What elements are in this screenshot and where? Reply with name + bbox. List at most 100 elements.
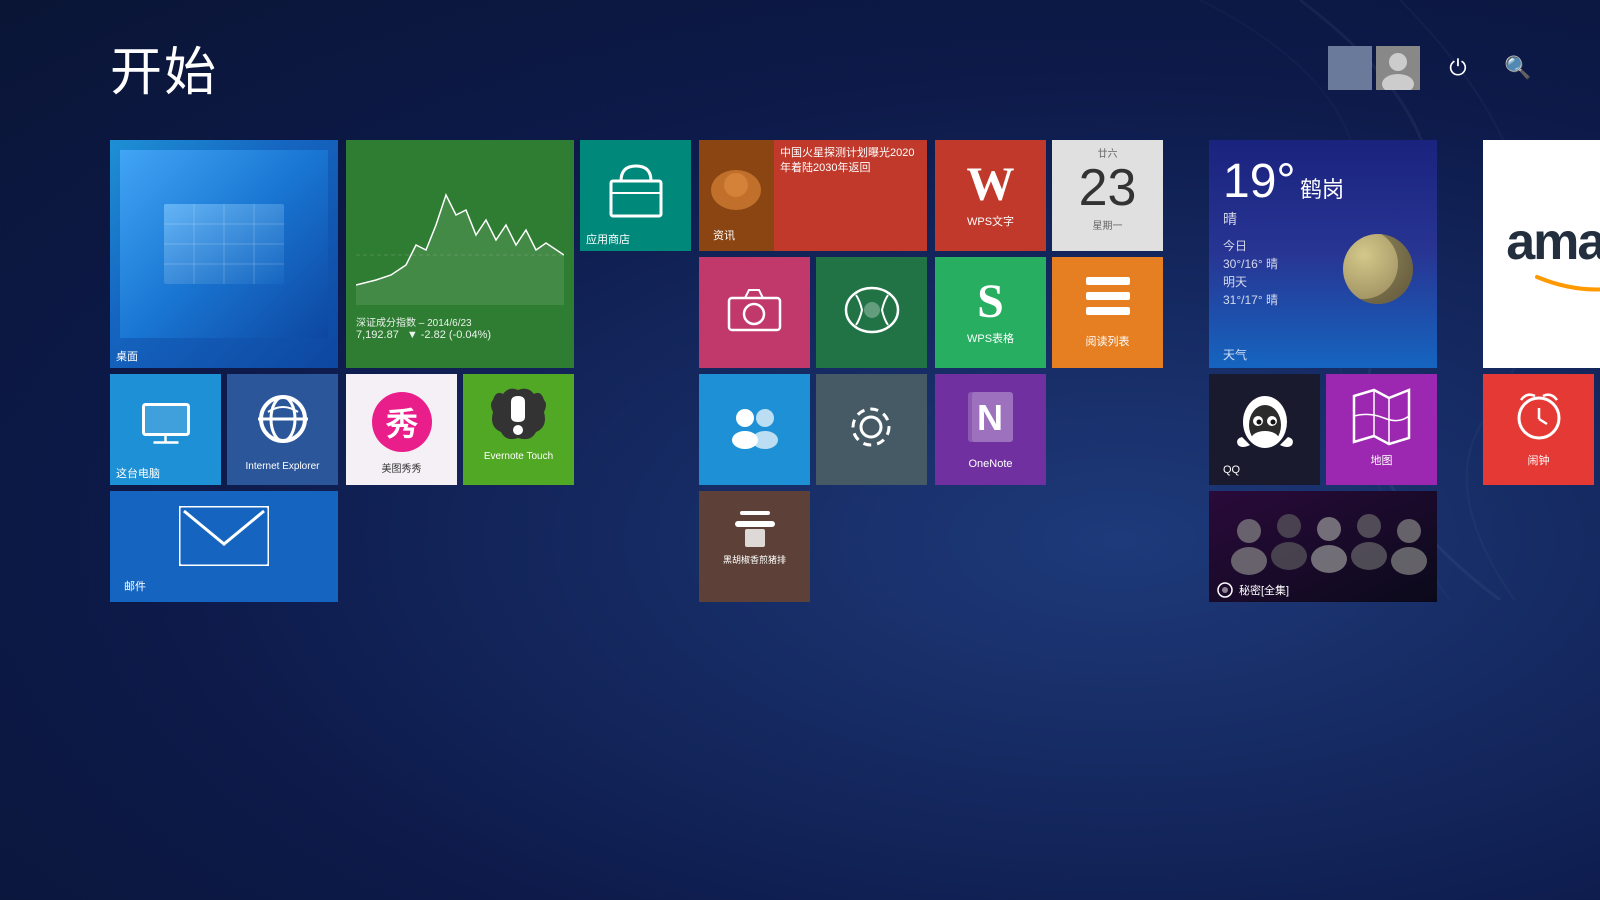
group-gap-1 bbox=[1171, 140, 1201, 602]
amazon-smile-icon bbox=[1522, 272, 1600, 296]
secret-label: 秘密[全集] bbox=[1239, 582, 1289, 598]
tile-calendar[interactable]: 廿六 23 星期一 bbox=[1052, 140, 1163, 251]
tile-camera[interactable] bbox=[699, 257, 810, 368]
map-icon bbox=[1349, 386, 1414, 451]
stock-change: ▼ -2.82 (-0.04%) bbox=[407, 329, 491, 341]
settings-icon bbox=[844, 400, 899, 460]
tile-desktop[interactable]: 桌面 bbox=[110, 140, 338, 368]
cal-weekday: 星期一 bbox=[1093, 217, 1123, 232]
mail-icon bbox=[179, 506, 269, 571]
weather-tomorrow: 明天 bbox=[1223, 275, 1247, 289]
tile-ie[interactable]: Internet Explorer bbox=[227, 374, 338, 485]
meitu-icon: 秀 bbox=[346, 383, 457, 461]
user-avatar[interactable] bbox=[1376, 46, 1420, 90]
weather-tomorrow-temp: 31°/17° 晴 bbox=[1223, 293, 1278, 307]
alarm-icon bbox=[1509, 386, 1569, 451]
tile-reading[interactable]: 阅读列表 bbox=[1052, 257, 1163, 368]
tile-wps-writer[interactable]: W WPS文字 bbox=[935, 140, 1046, 251]
ie-icon bbox=[248, 384, 318, 459]
weather-city: 鹤岗 bbox=[1300, 177, 1344, 202]
tile-this-pc[interactable]: 这台电脑 bbox=[110, 374, 221, 485]
secret-content: 秘密[全集] bbox=[1209, 491, 1437, 602]
wps-table-icon: S bbox=[977, 274, 1004, 329]
tile-mail[interactable]: 邮件 bbox=[110, 491, 338, 602]
tile-group-3: 中国火星探测计划曝光2020年着陆2030年返回 资讯 bbox=[699, 140, 927, 602]
store-label: 应用商店 bbox=[580, 230, 636, 251]
group-gap-2 bbox=[1445, 140, 1475, 602]
avatar-placeholder bbox=[1328, 46, 1372, 90]
tile-secret[interactable]: 秘密[全集] bbox=[1209, 491, 1437, 602]
stock-label: 深证成分指数 – 2014/6/23 bbox=[356, 314, 491, 329]
tile-group-1: 桌面 这台电脑 bbox=[110, 140, 338, 602]
power-button[interactable]: ⏻ bbox=[1436, 46, 1480, 90]
tile-group-5: 19° 鹤岗 晴 今日 30°/16° 晴 明天 31°/17° 晴 天气 bbox=[1209, 140, 1437, 602]
pc-icon bbox=[138, 402, 193, 457]
svg-text:N: N bbox=[977, 397, 1003, 438]
tile-onenote[interactable]: N OneNote bbox=[935, 374, 1046, 485]
avatar-group bbox=[1328, 46, 1420, 90]
header-icons: ⏻ 🔍 bbox=[1328, 46, 1540, 90]
weather-today: 今日 bbox=[1223, 239, 1247, 253]
reading-icon bbox=[1078, 272, 1138, 332]
qq-label: QQ bbox=[1217, 460, 1246, 481]
amazon-text: amazon bbox=[1506, 212, 1600, 272]
weather-today-temp: 30°/16° 晴 bbox=[1223, 257, 1278, 271]
alarm-label: 闹钟 bbox=[1522, 451, 1556, 472]
mail-label: 邮件 bbox=[118, 577, 152, 598]
tile-wps-table[interactable]: S WPS表格 bbox=[935, 257, 1046, 368]
map-label: 地图 bbox=[1365, 451, 1399, 472]
tile-settings[interactable] bbox=[816, 374, 927, 485]
wps-table-label: WPS表格 bbox=[961, 329, 1020, 350]
tile-evernote[interactable]: Evernote Touch bbox=[463, 374, 574, 485]
search-button[interactable]: 🔍 bbox=[1496, 46, 1540, 90]
weather-label: 天气 bbox=[1223, 348, 1247, 362]
xbox-icon bbox=[842, 283, 902, 343]
header: 开始 ⏻ 🔍 bbox=[110, 30, 1540, 105]
news-content: 中国火星探测计划曝光2020年着陆2030年返回 bbox=[774, 140, 927, 183]
stock-info: 深证成分指数 – 2014/6/23 7,192.87 ▼ -2.82 (-0.… bbox=[356, 310, 491, 343]
weather-temp: 19° bbox=[1223, 155, 1296, 208]
tile-group-4: W WPS文字 廿六 23 星期一 S WPS表格 bbox=[935, 140, 1163, 602]
people-icon bbox=[725, 402, 785, 457]
tile-meitu[interactable]: 秀 美图秀秀 bbox=[346, 374, 457, 485]
store-icon bbox=[606, 161, 666, 231]
onenote-icon: N bbox=[958, 384, 1023, 454]
cal-day: 廿六 bbox=[1098, 145, 1118, 160]
weather-moon bbox=[1343, 234, 1413, 304]
tile-weather[interactable]: 19° 鹤岗 晴 今日 30°/16° 晴 明天 31°/17° 晴 天气 bbox=[1209, 140, 1437, 368]
tile-alarm[interactable]: 闹钟 bbox=[1483, 374, 1594, 485]
food-label: 黑胡椒香煎猪排 bbox=[721, 551, 788, 566]
tile-food[interactable]: 黑胡椒香煎猪排 bbox=[699, 491, 810, 602]
svg-text:秀: 秀 bbox=[384, 406, 417, 442]
tile-stock[interactable]: 深证成分指数 – 2014/6/23 7,192.87 ▼ -2.82 (-0.… bbox=[346, 140, 574, 368]
wps-writer-icon: W bbox=[967, 157, 1015, 212]
desktop-label: 桌面 bbox=[110, 347, 144, 368]
tile-group-6: amazon bbox=[1483, 140, 1600, 602]
evernote-icon bbox=[463, 382, 574, 447]
tile-map[interactable]: 地图 bbox=[1326, 374, 1437, 485]
tile-store[interactable]: 应用商店 bbox=[580, 140, 691, 251]
evernote-label: Evernote Touch bbox=[478, 447, 559, 467]
tile-amazon[interactable]: amazon bbox=[1483, 140, 1600, 368]
stock-chart bbox=[356, 150, 564, 310]
stock-value: 7,192.87 bbox=[356, 329, 399, 341]
this-pc-label: 这台电脑 bbox=[110, 464, 166, 485]
page-title: 开始 bbox=[110, 30, 218, 105]
cal-num: 23 bbox=[1079, 160, 1137, 217]
tile-qq[interactable]: QQ bbox=[1209, 374, 1320, 485]
tile-group-2: 深证成分指数 – 2014/6/23 7,192.87 ▼ -2.82 (-0.… bbox=[346, 140, 691, 602]
news-title: 中国火星探测计划曝光2020年着陆2030年返回 bbox=[780, 146, 921, 177]
camera-icon bbox=[727, 288, 782, 338]
weather-content: 19° 鹤岗 晴 今日 30°/16° 晴 明天 31°/17° 晴 天气 bbox=[1223, 154, 1423, 354]
news-label: 资讯 bbox=[707, 226, 741, 247]
ie-label: Internet Explorer bbox=[227, 459, 338, 475]
wps-writer-label: WPS文字 bbox=[961, 212, 1020, 233]
weather-condition: 晴 bbox=[1223, 211, 1237, 227]
tile-xbox[interactable] bbox=[816, 257, 927, 368]
food-icon bbox=[705, 501, 804, 551]
tile-people[interactable] bbox=[699, 374, 810, 485]
tiles-container: 桌面 这台电脑 bbox=[110, 140, 1600, 602]
onenote-label: OneNote bbox=[962, 454, 1018, 475]
tile-news[interactable]: 中国火星探测计划曝光2020年着陆2030年返回 资讯 bbox=[699, 140, 927, 251]
reading-label: 阅读列表 bbox=[1080, 332, 1136, 353]
